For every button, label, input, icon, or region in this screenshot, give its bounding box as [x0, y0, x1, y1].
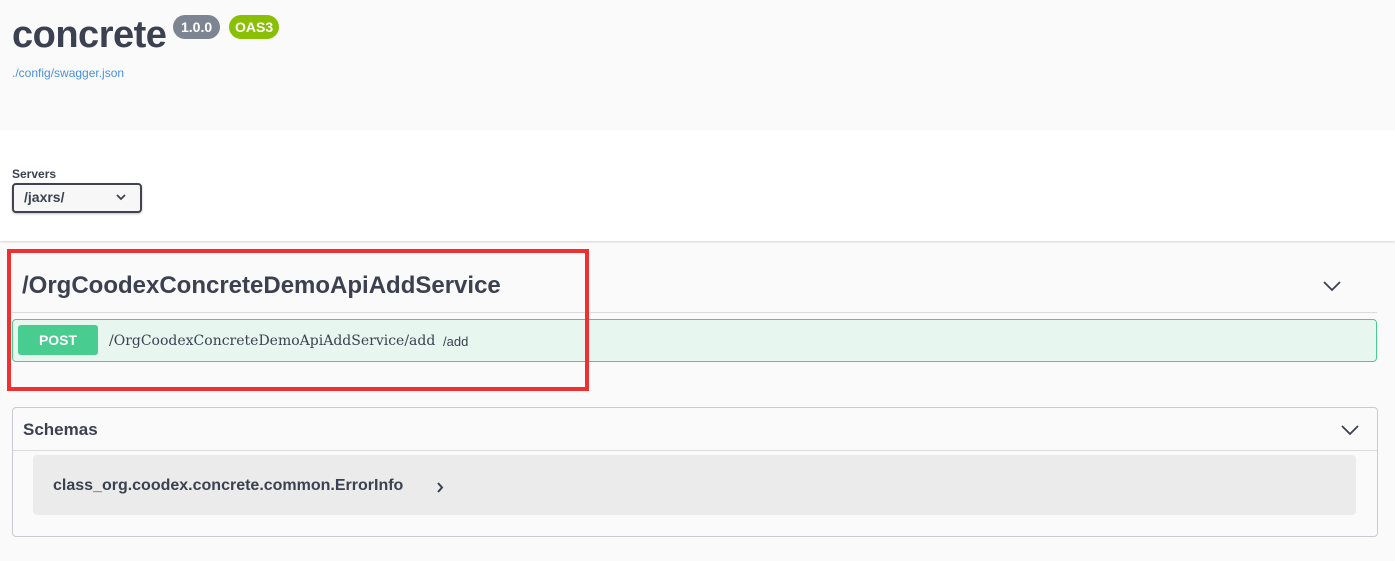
info-header: concrete 1.0.0 OAS3 ./config/swagger.jso…	[0, 0, 1395, 130]
schemas-header[interactable]: Schemas	[13, 408, 1377, 451]
operation-path: /OrgCoodexConcreteDemoApiAddService/add	[109, 333, 436, 349]
servers-label: Servers	[12, 167, 57, 181]
http-method-badge: POST	[18, 325, 98, 355]
chevron-down-icon[interactable]	[1323, 280, 1341, 292]
oas-badge: OAS3	[229, 15, 280, 39]
schemas-section: Schemas class_org.coodex.concrete.common…	[12, 407, 1378, 537]
tag-title: /OrgCoodexConcreteDemoApiAddService	[22, 272, 501, 299]
operation-post-add[interactable]: POST /OrgCoodexConcreteDemoApiAddService…	[12, 319, 1377, 362]
schema-model-name: class_org.coodex.concrete.common.ErrorIn…	[53, 477, 404, 494]
schemas-title: Schemas	[23, 420, 98, 439]
servers-section: Servers /jaxrs/	[0, 130, 1395, 241]
chevron-down-icon[interactable]	[1341, 424, 1359, 436]
chevron-down-icon	[116, 194, 126, 201]
tag-section-header[interactable]: /OrgCoodexConcreteDemoApiAddService	[12, 262, 1377, 313]
chevron-right-icon[interactable]	[436, 482, 444, 493]
servers-select[interactable]: /jaxrs/	[12, 183, 142, 213]
schema-model-item[interactable]: class_org.coodex.concrete.common.ErrorIn…	[33, 455, 1356, 515]
api-title: concrete	[12, 14, 167, 56]
servers-selected-value: /jaxrs/	[24, 189, 65, 205]
operation-summary: /add	[443, 334, 469, 349]
version-badge: 1.0.0	[173, 15, 221, 39]
spec-url-link[interactable]: ./config/swagger.json	[12, 66, 124, 80]
